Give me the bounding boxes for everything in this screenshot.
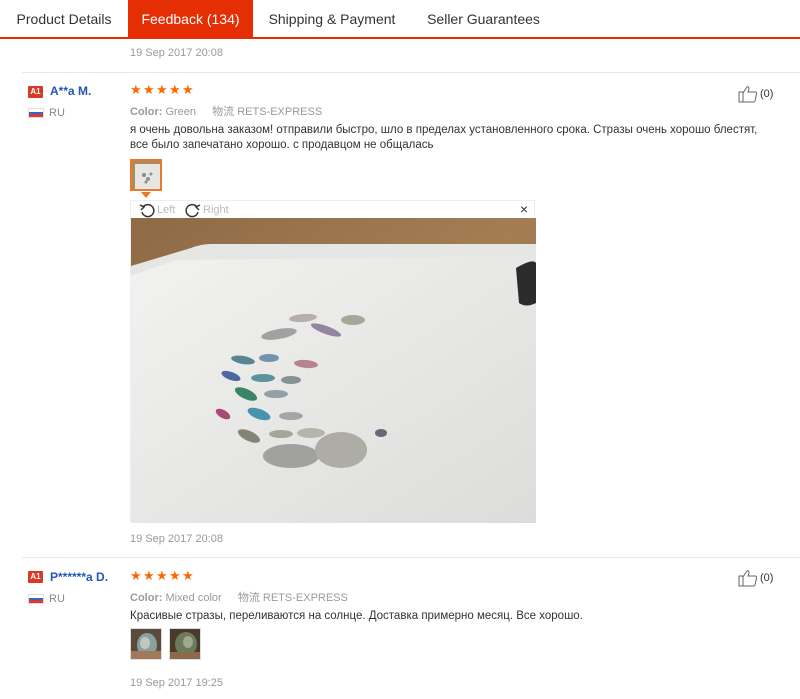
star-icon: ★ (156, 82, 168, 97)
review-date: 19 Sep 2017 20:08 (130, 533, 223, 545)
photo-viewer: Left Right × (130, 200, 536, 523)
rotate-left-icon (139, 203, 155, 217)
helpful-button[interactable]: (0) (738, 85, 773, 103)
russia-flag-icon (28, 108, 44, 118)
order-info: Color: Mixed color 物流 RETS-EXPRESS (130, 589, 348, 605)
color-value: Green (165, 106, 197, 118)
review-photo-thumbnail[interactable] (169, 628, 201, 660)
review-photo (131, 218, 536, 523)
star-icon: ★ (130, 568, 142, 583)
shipping-label: 物流 (237, 592, 260, 604)
rotate-right-icon (185, 203, 201, 217)
star-icon: ★ (182, 82, 194, 97)
thumbs-up-icon (738, 570, 758, 587)
star-icon: ★ (143, 568, 155, 583)
review-date: 19 Sep 2017 19:25 (130, 677, 223, 689)
review-photo-thumbnail[interactable] (130, 628, 162, 660)
helpful-count: (0) (760, 88, 774, 100)
photo-thumbnail-image (170, 629, 200, 659)
order-info: Color: Green 物流 RETS-EXPRESS (130, 103, 322, 119)
tab-shipping-payment[interactable]: Shipping & Payment (253, 0, 411, 37)
photo-thumbnail-image (132, 161, 160, 189)
star-rating: ★ ★ ★ ★ ★ (130, 568, 194, 584)
shipping-label: 物流 (212, 106, 235, 118)
review-text: Красивые стразы, переливаются на солнце.… (130, 610, 583, 622)
tab-product-details[interactable]: Product Details (0, 0, 128, 37)
review-photo-thumbnail[interactable] (130, 159, 162, 191)
close-viewer-button[interactable]: × (520, 201, 528, 218)
helpful-button[interactable]: (0) (738, 569, 773, 587)
russia-flag-icon (28, 594, 44, 604)
star-icon: ★ (143, 82, 155, 97)
shipping-value: RETS-EXPRESS (237, 106, 323, 118)
rotate-right-label: Right (203, 203, 229, 216)
viewer-toolbar: Left Right × (131, 201, 536, 218)
thumbnail-pointer (141, 192, 151, 198)
review-text: я очень довольна заказом! отправили быст… (130, 124, 758, 151)
color-label: Color: (130, 106, 163, 118)
rhinestones-photo-image (131, 218, 536, 523)
buyer-level-badge: A1 (28, 86, 43, 98)
tab-feedback[interactable]: Feedback (134) (128, 0, 253, 37)
reviewer-name: A**a M. (50, 84, 92, 98)
divider (22, 557, 800, 558)
reviewer-name: P******a D. (50, 570, 109, 584)
feedback-tabs: Product Details Feedback (134) Shipping … (0, 0, 800, 39)
star-icon: ★ (156, 568, 168, 583)
star-icon: ★ (169, 568, 181, 583)
star-rating: ★ ★ ★ ★ ★ (130, 82, 194, 98)
rotate-left-label: Left (157, 203, 176, 216)
rotate-left-button[interactable]: Left (139, 201, 175, 218)
color-value: Mixed color (165, 592, 222, 604)
previous-review-date: 19 Sep 2017 20:08 (130, 47, 223, 59)
buyer-level-badge: A1 (28, 571, 43, 583)
divider (22, 72, 800, 73)
reviewer-country: RU (49, 593, 65, 605)
reviewer-country: RU (49, 107, 65, 119)
color-label: Color: (130, 592, 163, 604)
star-icon: ★ (169, 82, 181, 97)
helpful-count: (0) (760, 572, 774, 584)
thumbs-up-icon (738, 86, 758, 103)
shipping-value: RETS-EXPRESS (262, 592, 348, 604)
rotate-right-button[interactable]: Right (185, 201, 229, 218)
star-icon: ★ (182, 568, 194, 583)
star-icon: ★ (130, 82, 142, 97)
photo-thumbnail-image (131, 629, 161, 659)
tab-seller-guarantees[interactable]: Seller Guarantees (411, 0, 556, 37)
